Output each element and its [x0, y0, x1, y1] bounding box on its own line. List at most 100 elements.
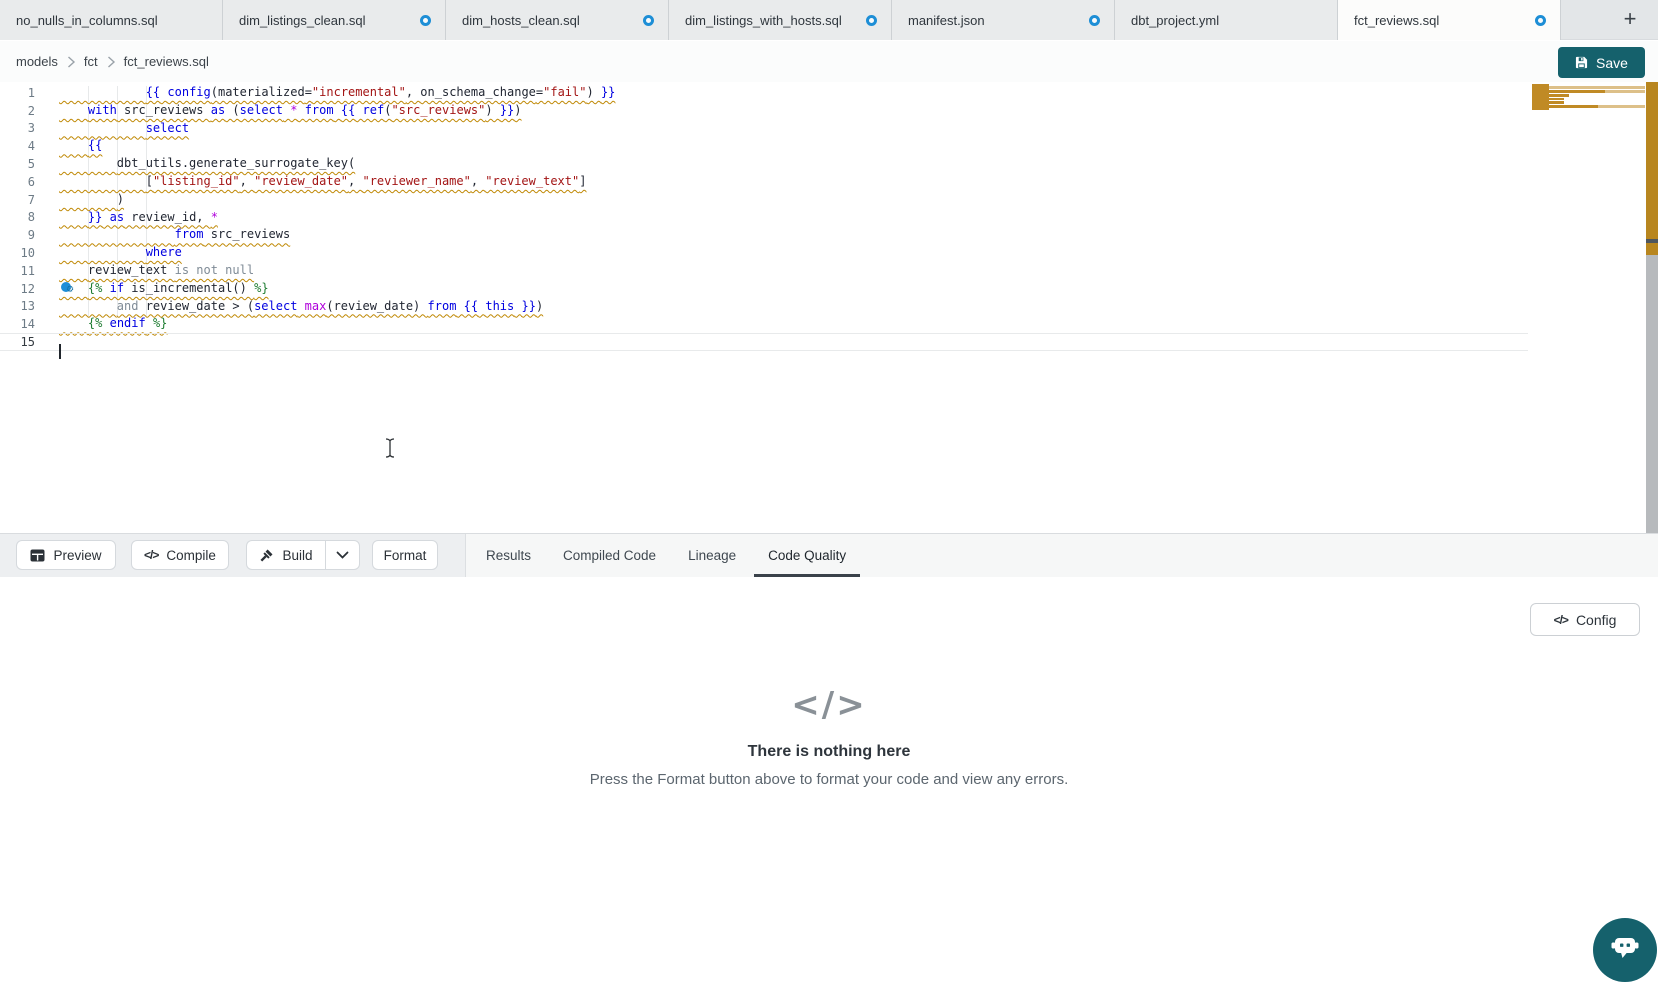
line-text: review_text is not null: [59, 262, 254, 280]
tab-label: dim_listings_with_hosts.sql: [685, 13, 842, 28]
code-line-4[interactable]: 4 {{: [0, 137, 1528, 155]
code-quality-panel: </> Config </> There is nothing here Pre…: [0, 577, 1658, 955]
line-number: 12: [0, 282, 35, 296]
tab-file-dim-listings-with-hosts-sql[interactable]: dim_listings_with_hosts.sql: [669, 0, 892, 40]
tab-file-dbt-project-yml[interactable]: dbt_project.yml: [1115, 0, 1338, 40]
tab-code-quality[interactable]: Code Quality: [752, 534, 862, 577]
code-line-10[interactable]: 10 where: [0, 244, 1528, 262]
line-number: 15: [0, 335, 35, 349]
code-line-1[interactable]: 1 {{ config(materialized="incremental", …: [0, 84, 1528, 102]
chat-assistant-button[interactable]: [1593, 918, 1657, 982]
line-number: 7: [0, 193, 35, 207]
line-text: {{ config(materialized="incremental", on…: [59, 84, 615, 102]
code-icon: </>: [1554, 613, 1568, 627]
chevron-right-icon: [65, 55, 77, 69]
line-text: }} as review_id, *: [59, 209, 218, 227]
empty-state-message: Press the Format button above to format …: [0, 771, 1658, 788]
build-button[interactable]: Build: [246, 540, 325, 570]
new-tab-button[interactable]: +: [1614, 4, 1646, 36]
line-number: 13: [0, 299, 35, 313]
robot-chat-icon: [1608, 929, 1642, 963]
tab-file-manifest-json[interactable]: manifest.json: [892, 0, 1115, 40]
code-line-11[interactable]: 11 review_text is not null: [0, 262, 1528, 280]
tab-file-no-nulls-in-columns-sql[interactable]: no_nulls_in_columns.sql: [0, 0, 223, 40]
format-button[interactable]: Format: [372, 540, 438, 570]
line-number: 1: [0, 86, 35, 100]
tab-file-fct-reviews-sql[interactable]: fct_reviews.sql: [1338, 0, 1561, 40]
tab-label: dim_hosts_clean.sql: [462, 13, 580, 28]
unsaved-changes-dot: [866, 15, 877, 26]
code-line-14[interactable]: 14 {% endif %}: [0, 315, 1528, 333]
code-icon: </>: [0, 685, 1658, 725]
panel-tabs: ResultsCompiled CodeLineageCode Quality: [470, 534, 862, 577]
line-number: 2: [0, 104, 35, 118]
line-text: dbt_utils.generate_surrogate_key(: [59, 155, 355, 173]
breadcrumb-models[interactable]: models: [16, 54, 58, 69]
line-number: 8: [0, 210, 35, 224]
line-number: 4: [0, 139, 35, 153]
build-button-group: Build: [246, 540, 360, 570]
chevron-down-icon: [336, 551, 349, 559]
code-line-7[interactable]: 7 ): [0, 191, 1528, 209]
code-line-8[interactable]: 8 }} as review_id, *: [0, 209, 1528, 227]
save-icon: [1575, 56, 1588, 69]
line-text: ["listing_id", "review_date", "reviewer_…: [59, 173, 586, 191]
line-number: 14: [0, 317, 35, 331]
code-line-9[interactable]: 9 from src_reviews: [0, 226, 1528, 244]
tab-compiled-code[interactable]: Compiled Code: [547, 534, 672, 577]
code-editor[interactable]: 1 {{ config(materialized="incremental", …: [0, 82, 1658, 533]
unsaved-changes-dot: [420, 15, 431, 26]
code-lines: 1 {{ config(materialized="incremental", …: [0, 84, 1528, 351]
line-number: 3: [0, 121, 35, 135]
code-line-6[interactable]: 6 ["listing_id", "review_date", "reviewe…: [0, 173, 1528, 191]
tab-file-dim-listings-clean-sql[interactable]: dim_listings_clean.sql: [223, 0, 446, 40]
code-icon: </>: [144, 548, 158, 562]
tab-label: dbt_project.yml: [1131, 13, 1219, 28]
tab-file-dim-hosts-clean-sql[interactable]: dim_hosts_clean.sql: [446, 0, 669, 40]
line-number: 5: [0, 157, 35, 171]
unsaved-changes-dot: [1535, 15, 1546, 26]
tab-lineage[interactable]: Lineage: [672, 534, 752, 577]
empty-state: </> There is nothing here Press the Form…: [0, 685, 1658, 788]
line-text: where: [59, 244, 182, 262]
line-number: 11: [0, 264, 35, 278]
code-line-12[interactable]: 12⚙ {% if is_incremental() %}: [0, 280, 1528, 298]
tab-label: dim_listings_clean.sql: [239, 13, 365, 28]
hammer-icon: [259, 548, 274, 563]
empty-state-title: There is nothing here: [0, 743, 1658, 761]
code-line-5[interactable]: 5 dbt_utils.generate_surrogate_key(: [0, 155, 1528, 173]
minimap[interactable]: [1532, 84, 1645, 114]
line-text: {% endif %}: [59, 315, 167, 333]
bottom-toolbar: Preview </> Compile Build Format Results…: [0, 533, 1658, 577]
table-icon: [30, 549, 45, 562]
breadcrumb: models fct fct_reviews.sql: [0, 41, 1658, 82]
code-line-13[interactable]: 13 and review_date > (select max(review_…: [0, 298, 1528, 316]
line-text: {% if is_incremental() %}: [59, 280, 269, 298]
line-text: from src_reviews: [59, 226, 290, 244]
line-text: with src_reviews as (select * from {{ re…: [59, 102, 522, 120]
line-text: ): [59, 191, 124, 209]
tab-label: no_nulls_in_columns.sql: [16, 13, 158, 28]
line-text: and review_date > (select max(review_dat…: [59, 298, 543, 316]
config-button[interactable]: </> Config: [1530, 603, 1640, 636]
breadcrumb-fct[interactable]: fct: [84, 54, 98, 69]
code-line-3[interactable]: 3 select: [0, 120, 1528, 138]
code-line-2[interactable]: 2 with src_reviews as (select * from {{ …: [0, 102, 1528, 120]
line-text: {{: [59, 137, 102, 155]
preview-button[interactable]: Preview: [16, 540, 116, 570]
breadcrumb-file: fct_reviews.sql: [124, 54, 209, 69]
line-number: 6: [0, 175, 35, 189]
build-options-dropdown[interactable]: [325, 540, 360, 570]
tab-label: fct_reviews.sql: [1354, 13, 1439, 28]
save-button[interactable]: Save: [1558, 47, 1645, 78]
chevron-right-icon: [105, 55, 117, 69]
code-line-15[interactable]: 15: [0, 333, 1528, 351]
line-text: select: [59, 120, 189, 138]
compile-button[interactable]: </> Compile: [131, 540, 229, 570]
text-caret: [59, 344, 61, 359]
tab-results[interactable]: Results: [470, 534, 547, 577]
scrollbar-overview-ruler[interactable]: [1646, 82, 1658, 533]
tab-label: manifest.json: [908, 13, 985, 28]
line-number: 10: [0, 246, 35, 260]
text-cursor-pointer: [383, 437, 397, 464]
